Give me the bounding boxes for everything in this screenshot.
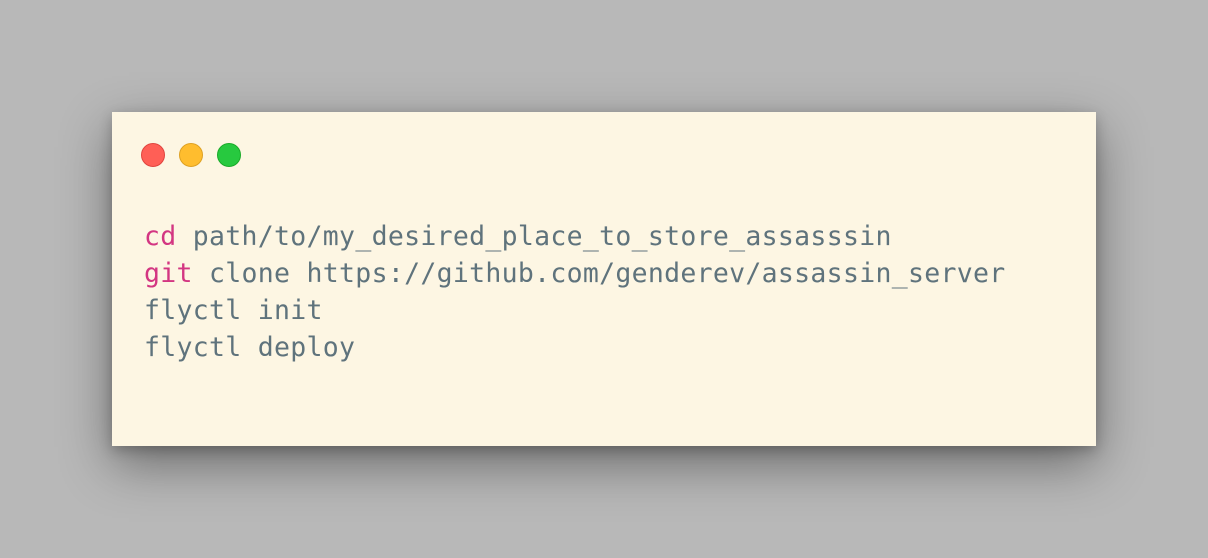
code-block: cd path/to/my_desired_place_to_store_ass…	[144, 218, 1005, 366]
code-keyword: cd	[144, 221, 177, 252]
minimize-circle-icon[interactable]	[179, 143, 203, 167]
code-line: cd path/to/my_desired_place_to_store_ass…	[144, 218, 1005, 255]
code-args: path/to/my_desired_place_to_store_assass…	[176, 221, 892, 252]
code-line: flyctl deploy	[144, 329, 1005, 366]
code-line: git clone https://github.com/genderev/as…	[144, 255, 1005, 292]
code-args: flyctl init	[144, 295, 323, 326]
close-circle-icon[interactable]	[141, 143, 165, 167]
window-controls	[141, 143, 241, 167]
code-window: cd path/to/my_desired_place_to_store_ass…	[112, 112, 1096, 446]
code-line: flyctl init	[144, 292, 1005, 329]
code-keyword: git	[144, 258, 193, 289]
code-args: flyctl deploy	[144, 332, 356, 363]
maximize-circle-icon[interactable]	[217, 143, 241, 167]
code-args: clone https://github.com/genderev/assass…	[192, 258, 1006, 289]
canvas-background: cd path/to/my_desired_place_to_store_ass…	[0, 0, 1208, 558]
